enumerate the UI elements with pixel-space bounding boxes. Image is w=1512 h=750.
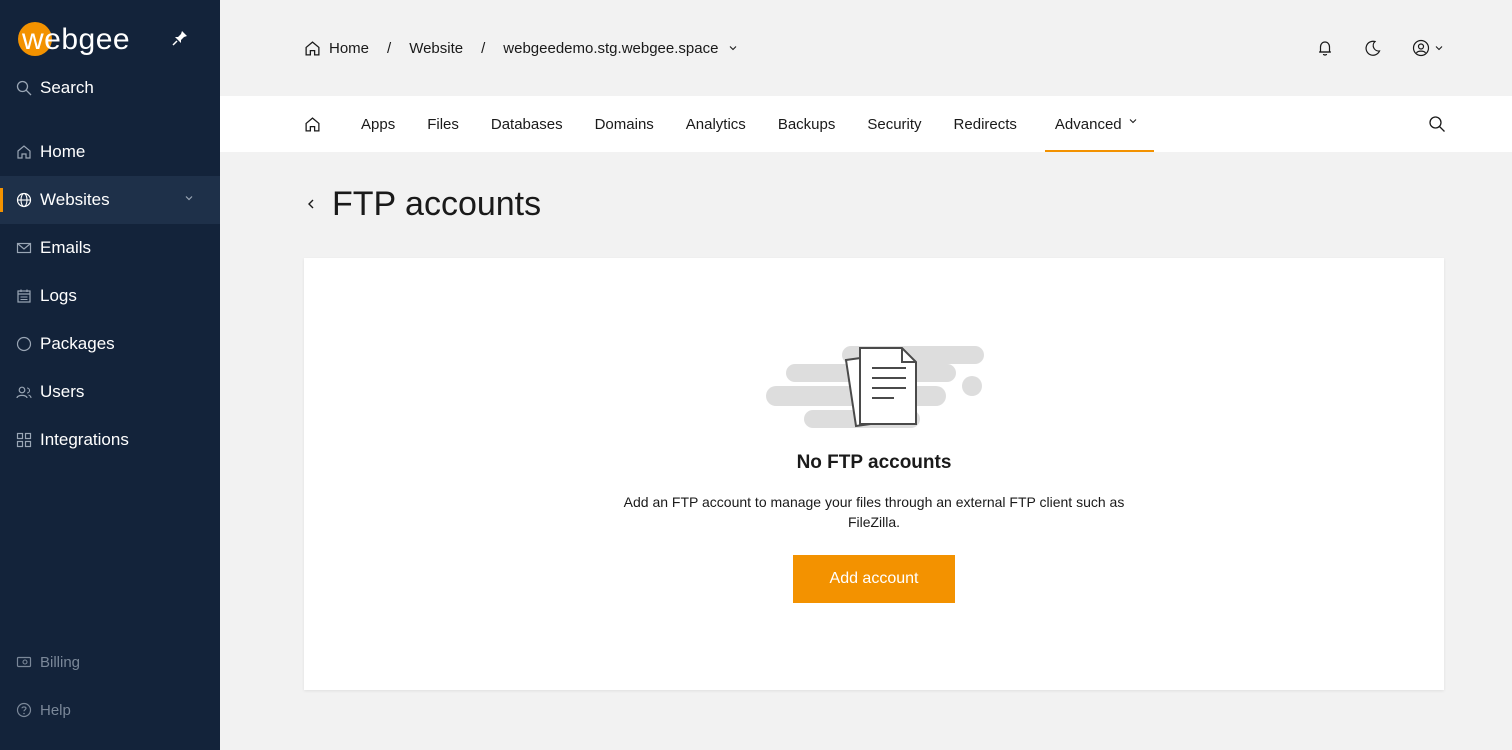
bell-icon[interactable] (1316, 39, 1334, 57)
breadcrumb: Home / Website / webgeedemo.stg.webgee.s… (304, 36, 738, 60)
help-icon (16, 702, 32, 718)
sidebar-item-billing[interactable]: Billing (0, 638, 220, 686)
chevron-left-icon[interactable] (304, 197, 318, 211)
add-account-button[interactable]: Add account (793, 555, 955, 603)
empty-state-description: Add an FTP account to manage your files … (623, 494, 1125, 530)
search-icon (16, 80, 32, 96)
breadcrumb-site-label: webgeedemo.stg.webgee.space (503, 39, 719, 57)
sidebar-item-label: Integrations (40, 430, 129, 449)
home-icon (17, 145, 31, 159)
globe-icon (16, 192, 32, 208)
breadcrumb-website[interactable]: Website (409, 40, 463, 57)
sidebar-item-home[interactable]: Home (0, 128, 220, 176)
tab-analytics[interactable]: Analytics (670, 96, 762, 152)
sidebar-item-websites[interactable]: Websites (0, 176, 220, 224)
user-menu[interactable] (1412, 39, 1444, 57)
sidebar-item-packages[interactable]: Packages (0, 320, 220, 368)
topbar: Home / Website / webgeedemo.stg.webgee.s… (220, 0, 1512, 96)
mail-icon (16, 242, 32, 254)
sidebar-item-label: Emails (40, 238, 92, 257)
sidebar-item-label: Billing (40, 653, 81, 671)
circle-icon (16, 336, 32, 352)
tab-security[interactable]: Security (851, 96, 937, 152)
search-icon[interactable] (1428, 115, 1446, 133)
sidebar-item-label: Packages (40, 334, 115, 353)
chevron-down-icon[interactable] (184, 193, 194, 203)
tab-advanced-label: Advanced (1054, 115, 1122, 133)
breadcrumb-site-selector[interactable]: webgeedemo.stg.webgee.space (503, 40, 738, 57)
sidebar: webgee Search Home Websites Emails Logs … (0, 0, 220, 750)
tab-backups[interactable]: Backups (762, 96, 852, 152)
breadcrumb-separator: / (481, 39, 486, 57)
chevron-down-icon (730, 46, 737, 51)
home-icon (305, 40, 320, 56)
tabs: Apps Files Databases Domains Analytics B… (304, 96, 1154, 152)
sidebar-item-help[interactable]: Help (0, 686, 220, 734)
chevron-down-icon (1129, 119, 1137, 124)
sidebar-search-label: Search (40, 78, 94, 97)
grid-icon (16, 432, 32, 448)
sidebar-item-label: Help (40, 701, 71, 719)
empty-state-title: No FTP accounts (796, 452, 952, 473)
moon-icon[interactable] (1364, 39, 1382, 57)
sidebar-nav: Home Websites Emails Logs Packages Users… (0, 128, 220, 464)
chevron-down-icon (1435, 46, 1443, 51)
empty-document-illustration (766, 346, 984, 428)
pin-icon[interactable] (170, 28, 190, 48)
tab-redirects[interactable]: Redirects (938, 96, 1033, 152)
top-icons (1316, 36, 1444, 60)
sidebar-item-users[interactable]: Users (0, 368, 220, 416)
tab-databases[interactable]: Databases (475, 96, 579, 152)
breadcrumb-home[interactable]: Home (304, 40, 369, 57)
logo-row: webgee (18, 20, 198, 60)
sidebar-item-emails[interactable]: Emails (0, 224, 220, 272)
tab-apps[interactable]: Apps (345, 96, 411, 152)
tab-advanced[interactable]: Advanced (1039, 96, 1154, 152)
sidebar-item-label: Home (40, 142, 86, 161)
breadcrumb-separator: / (387, 39, 392, 57)
billing-icon (16, 656, 32, 668)
sidebar-item-label: Logs (40, 286, 77, 305)
users-icon (16, 386, 32, 399)
tab-domains[interactable]: Domains (579, 96, 670, 152)
calendar-icon (17, 289, 31, 303)
sidebar-item-label: Users (40, 382, 85, 401)
tab-files[interactable]: Files (411, 96, 475, 152)
page-title: FTP accounts (332, 184, 542, 223)
sidebar-item-label: Websites (40, 190, 110, 209)
page-header: FTP accounts (304, 182, 541, 226)
sidebar-search[interactable]: Search (16, 76, 94, 100)
sidebar-item-logs[interactable]: Logs (0, 272, 220, 320)
tab-home[interactable] (304, 96, 345, 152)
logo-text: webgee (22, 23, 131, 56)
user-icon (1412, 39, 1430, 57)
sidebar-item-integrations[interactable]: Integrations (0, 416, 220, 464)
empty-state-card: No FTP accounts Add an FTP account to ma… (304, 258, 1444, 690)
home-icon (305, 116, 320, 132)
breadcrumb-home-label: Home (329, 39, 370, 57)
sidebar-bottom-nav: Billing Help (0, 638, 220, 734)
tab-bar: Apps Files Databases Domains Analytics B… (220, 96, 1512, 152)
